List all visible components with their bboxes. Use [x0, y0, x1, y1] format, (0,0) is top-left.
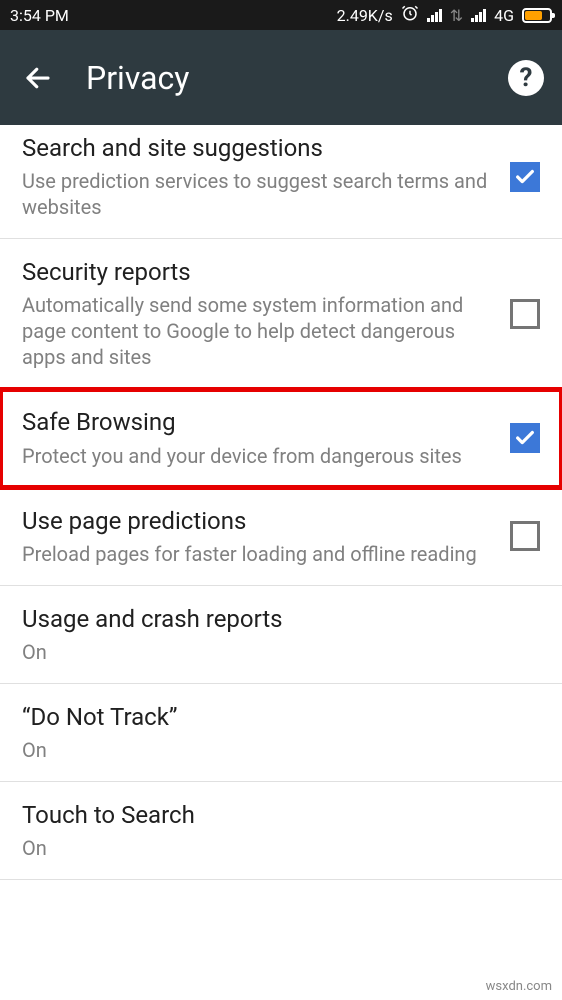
help-icon: ?: [520, 63, 533, 93]
checkbox[interactable]: [510, 521, 540, 551]
settings-item[interactable]: “Do Not Track” On: [0, 684, 562, 782]
item-text: “Do Not Track” On: [22, 702, 540, 763]
checkbox[interactable]: [510, 423, 540, 453]
page-title: Privacy: [86, 59, 189, 97]
item-text: Safe Browsing Protect you and your device…: [22, 407, 510, 468]
item-title: “Do Not Track”: [22, 702, 520, 733]
help-button[interactable]: ?: [508, 60, 544, 96]
settings-item[interactable]: Security reports Automatically send some …: [0, 239, 562, 389]
settings-item[interactable]: Use page predictions Preload pages for fa…: [0, 488, 562, 586]
app-bar: Privacy ?: [0, 30, 562, 125]
item-title: Security reports: [22, 257, 490, 288]
battery-icon: [522, 8, 552, 23]
item-text: Usage and crash reports On: [22, 604, 540, 665]
item-subtitle: Use prediction services to suggest searc…: [22, 168, 490, 220]
item-subtitle: On: [22, 639, 520, 665]
item-title: Use page predictions: [22, 506, 490, 537]
check-icon: [514, 427, 536, 449]
settings-item[interactable]: Usage and crash reports On: [0, 586, 562, 684]
status-bar: 3:54 PM 2.49K/s ⇅ 4G: [0, 0, 562, 30]
settings-list: Search and site suggestions Use predictio…: [0, 125, 562, 880]
item-text: Touch to Search On: [22, 800, 540, 861]
item-subtitle: Automatically send some system informati…: [22, 292, 490, 370]
settings-item[interactable]: Safe Browsing Protect you and your device…: [0, 389, 562, 487]
alarm-icon: [401, 4, 419, 26]
item-subtitle: On: [22, 835, 520, 861]
network-label: 4G: [494, 6, 514, 25]
status-right: 2.49K/s ⇅ 4G: [337, 4, 552, 26]
item-subtitle: On: [22, 737, 520, 763]
item-text: Search and site suggestions Use predictio…: [22, 133, 510, 220]
signal-icon: [427, 8, 442, 22]
back-button[interactable]: [18, 58, 58, 98]
check-icon: [514, 166, 536, 188]
item-text: Use page predictions Preload pages for fa…: [22, 506, 510, 567]
item-title: Usage and crash reports: [22, 604, 520, 635]
arrow-left-icon: [23, 63, 53, 93]
signal-icon-2: [471, 8, 486, 22]
item-subtitle: Preload pages for faster loading and off…: [22, 541, 490, 567]
status-speed: 2.49K/s: [337, 6, 393, 25]
item-title: Touch to Search: [22, 800, 520, 831]
item-title: Safe Browsing: [22, 407, 490, 438]
data-arrows-icon: ⇅: [450, 6, 463, 25]
checkbox[interactable]: [510, 162, 540, 192]
checkbox[interactable]: [510, 299, 540, 329]
watermark: wsxdn.com: [486, 979, 552, 994]
settings-item[interactable]: Search and site suggestions Use predictio…: [0, 125, 562, 239]
item-title: Search and site suggestions: [22, 133, 490, 164]
item-text: Security reports Automatically send some …: [22, 257, 510, 370]
settings-item[interactable]: Touch to Search On: [0, 782, 562, 880]
status-time: 3:54 PM: [10, 6, 69, 25]
item-subtitle: Protect you and your device from dangero…: [22, 443, 490, 469]
